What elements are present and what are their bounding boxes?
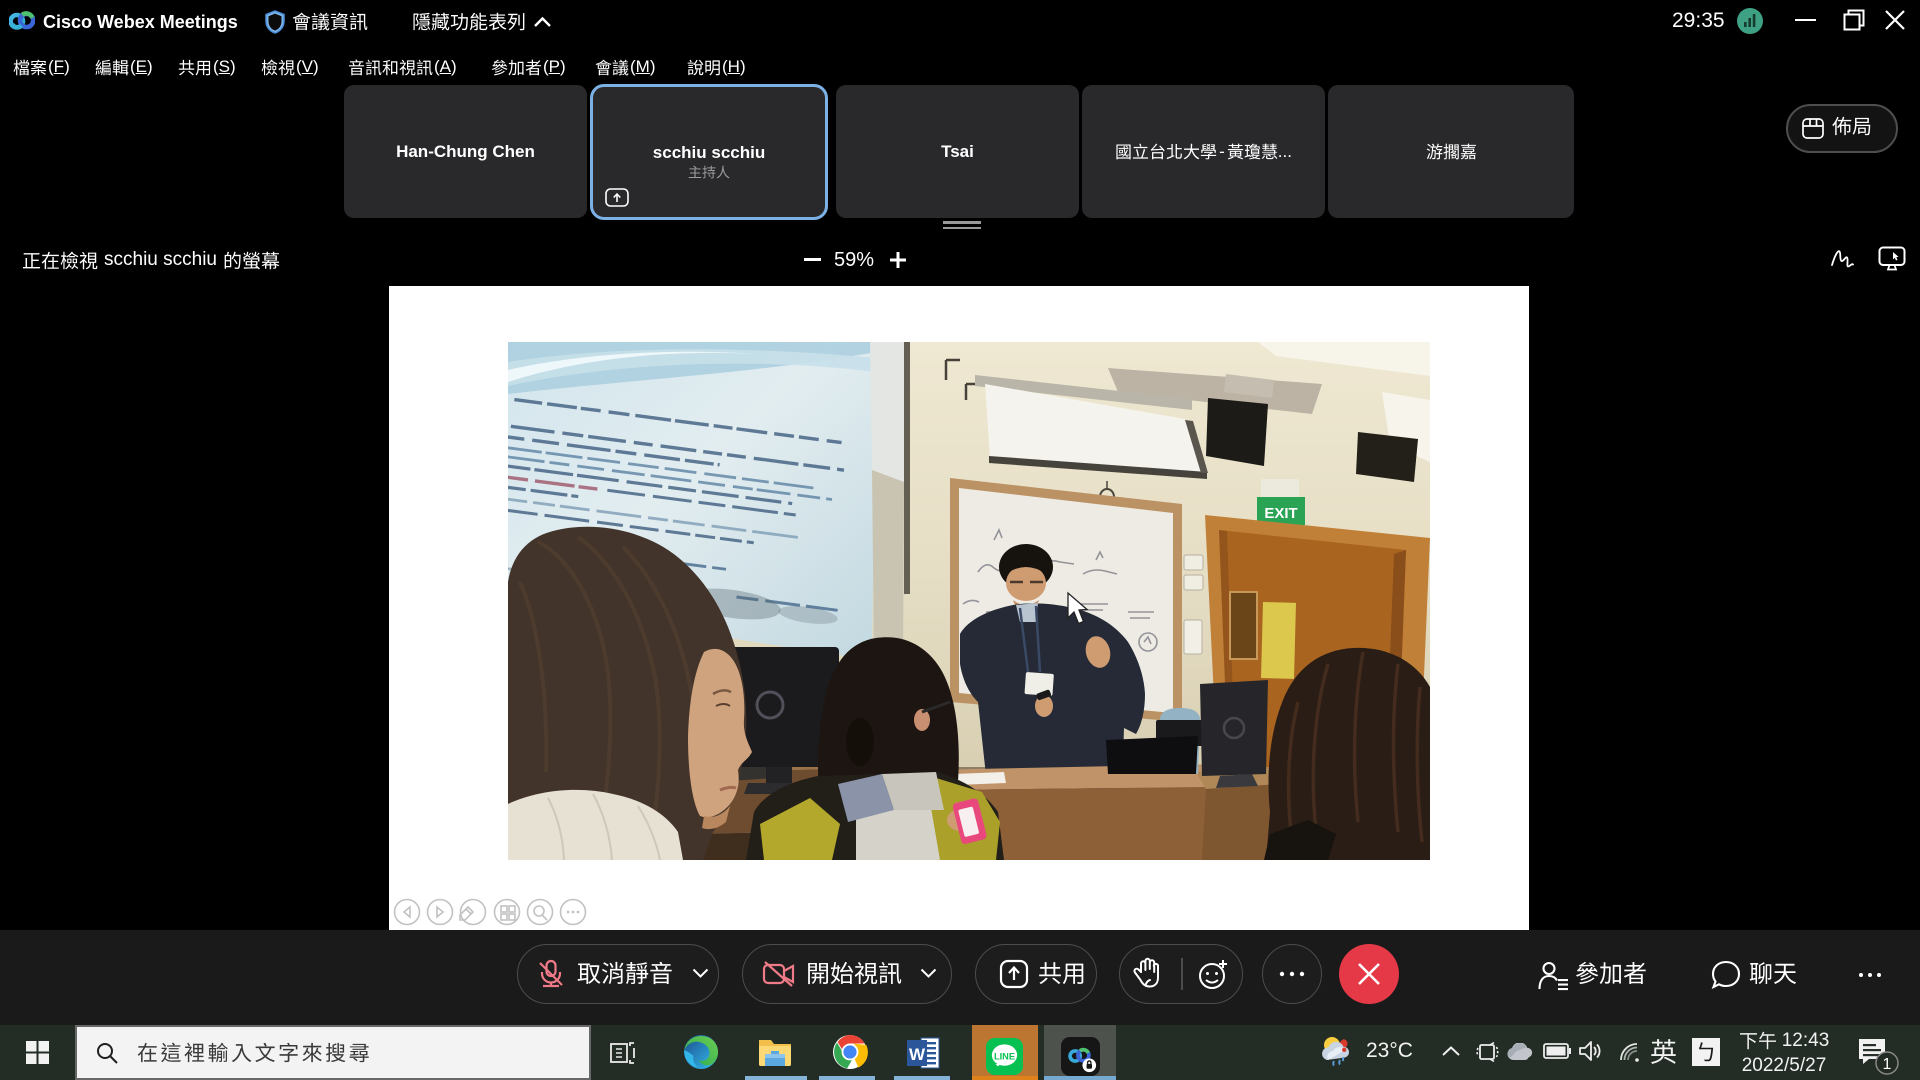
svg-text:EXIT: EXIT — [1264, 505, 1297, 522]
svg-text:W: W — [909, 1045, 926, 1064]
svg-text:1: 1 — [1883, 1056, 1892, 1073]
svg-text:LINE: LINE — [994, 1051, 1015, 1061]
